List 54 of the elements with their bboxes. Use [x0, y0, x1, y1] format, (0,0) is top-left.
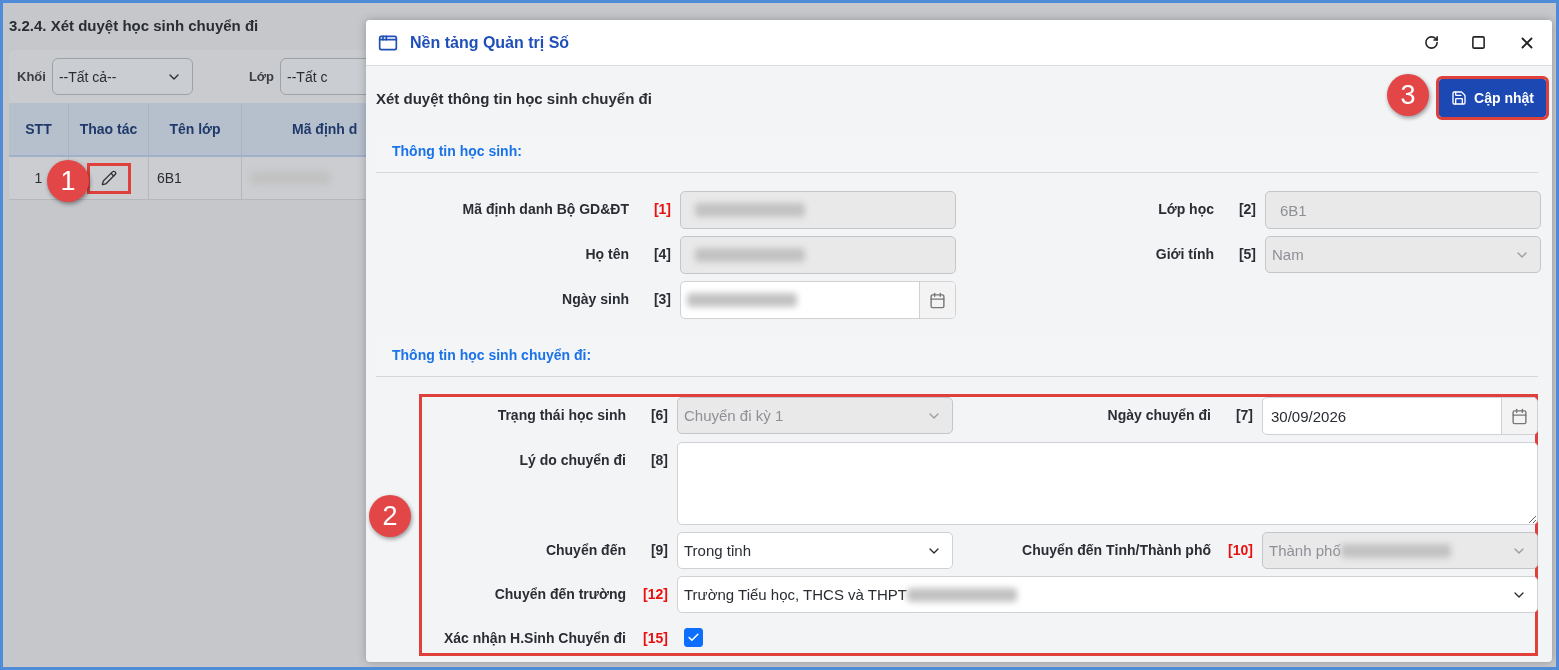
field-label: Lý do chuyển đi: [519, 451, 627, 470]
date-field[interactable]: [680, 281, 956, 319]
field-number: [3]: [653, 290, 672, 309]
field-label: Ngày sinh: [562, 290, 630, 309]
maximize-icon: [1471, 35, 1486, 50]
field-number: [7]: [1235, 406, 1254, 425]
select-field[interactable]: Trường Tiểu học, THCS và THPT: [677, 576, 1538, 613]
calendar-button[interactable]: [919, 282, 955, 318]
field-label: Giới tính: [1155, 245, 1215, 264]
section-title: Thông tin học sinh:: [392, 143, 522, 159]
field-number: [1]: [653, 200, 672, 219]
page-title: 3.2.4. Xét duyệt học sinh chuyển đi: [9, 17, 260, 34]
filter-select[interactable]: --Tất cả--: [51, 58, 193, 95]
field-label: Chuyển đến: [545, 541, 627, 560]
refresh-icon: [1424, 35, 1439, 50]
section-title: Thông tin học sinh chuyển đi:: [392, 347, 592, 363]
field-number: [10]: [1228, 541, 1254, 560]
filter-label: Khối: [17, 69, 46, 84]
pencil-icon: [100, 170, 117, 186]
field-label: Họ tên: [585, 245, 630, 264]
select-field[interactable]: Trong tỉnh: [677, 532, 953, 569]
field-label: Lớp học: [1158, 200, 1215, 219]
column-header: Tên lớp: [149, 103, 242, 157]
field-label: Trạng thái học sinh: [497, 406, 627, 425]
field-label: Xác nhận H.Sinh Chuyển đi: [443, 629, 627, 647]
date-input[interactable]: 30/09/2026: [1269, 406, 1495, 426]
field-number: [15]: [643, 629, 669, 647]
calendar-icon: [1511, 407, 1528, 425]
field-number: [4]: [653, 245, 672, 264]
update-button[interactable]: Cập nhật: [1439, 79, 1546, 117]
table-cell: 6B1: [149, 157, 242, 200]
field-number: [9]: [650, 541, 669, 560]
check-icon: [687, 631, 700, 644]
column-header: Thao tác: [69, 103, 149, 157]
calendar-button[interactable]: [1501, 398, 1537, 434]
field-label: Chuyển đến Tỉnh/Thành phố: [1022, 541, 1212, 560]
column-header: STT: [9, 103, 69, 157]
dialog-title: Nền tảng Quản trị Số: [410, 33, 571, 52]
filter-select[interactable]: --Tất c: [280, 58, 366, 95]
field-label: Ngày chuyển đi: [1107, 406, 1212, 425]
form-heading: Xét duyệt thông tin học sinh chuyển đi: [376, 89, 652, 107]
field-number: [6]: [650, 406, 669, 425]
checkbox[interactable]: [684, 628, 703, 647]
calendar-icon: [929, 291, 946, 309]
date-field[interactable]: 30/09/2026: [1262, 397, 1538, 435]
field-number: [5]: [1238, 245, 1257, 264]
field-number: [8]: [650, 451, 669, 470]
column-header: Mã định d: [242, 103, 366, 157]
field-label: Mã định danh Bộ GD&ĐT: [462, 200, 630, 219]
field-label: Chuyển đến trường: [494, 585, 627, 604]
save-icon: [1451, 90, 1468, 106]
field-number: [12]: [643, 585, 669, 604]
field-number: [2]: [1238, 200, 1257, 219]
filter-label: Lớp: [248, 69, 274, 84]
